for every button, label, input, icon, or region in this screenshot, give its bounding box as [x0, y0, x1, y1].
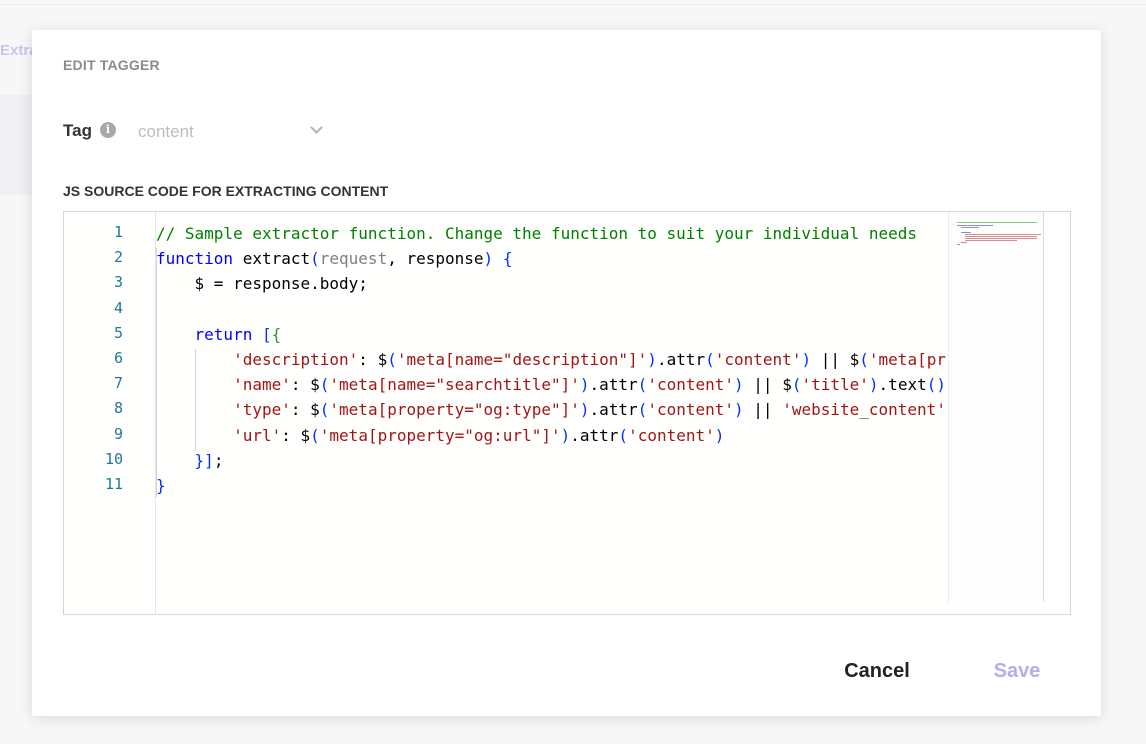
tag-label: Tag	[63, 121, 92, 140]
line-number: 5	[113, 324, 123, 342]
minimap-line	[965, 238, 1037, 239]
minimap-line	[965, 234, 1041, 235]
minimap-line	[957, 244, 960, 245]
code-area[interactable]: // Sample extractor function. Change the…	[156, 212, 946, 614]
minimap-line	[965, 240, 1017, 241]
minimap-line	[965, 236, 1037, 237]
line-number: 10	[104, 450, 123, 468]
code-line: function extract(request, response) {	[156, 249, 513, 268]
minimap-line	[961, 227, 979, 228]
save-button[interactable]: Save	[962, 656, 1072, 686]
code-line: $ = response.body;	[156, 274, 368, 293]
code-line: }];	[194, 451, 224, 470]
line-number: 4	[113, 299, 123, 317]
minimap-line	[957, 222, 1037, 223]
tag-select-value: content	[138, 122, 194, 141]
minimap-line	[961, 242, 967, 243]
line-number: 3	[113, 273, 123, 291]
code-label: JS SOURCE CODE FOR EXTRACTING CONTENT	[63, 183, 389, 199]
line-number: 2	[113, 248, 123, 266]
bg-divider	[0, 4, 1146, 5]
line-number: 7	[113, 374, 123, 392]
vertical-scrollbar[interactable]	[1043, 212, 1044, 602]
code-line: // Sample extractor function. Change the…	[156, 224, 917, 243]
code-line: return [{	[194, 325, 282, 344]
line-number-gutter: 1 2 3 4 5 6 7 8 9 10 11	[64, 212, 154, 614]
info-icon[interactable]: i	[100, 122, 116, 138]
code-line: }	[156, 476, 166, 495]
code-minimap[interactable]	[948, 212, 1045, 602]
tag-select[interactable]: content	[138, 120, 328, 142]
code-editor[interactable]: 1 2 3 4 5 6 7 8 9 10 11 // Sample extrac…	[63, 211, 1071, 615]
cancel-button[interactable]: Cancel	[822, 656, 932, 686]
line-number: 9	[113, 425, 123, 443]
modal-title: EDIT TAGGER	[63, 57, 160, 73]
code-line: 'url': $('meta[property="og:url"]').attr…	[233, 426, 725, 445]
chevron-down-icon	[310, 121, 323, 134]
line-number: 11	[104, 475, 123, 493]
minimap-line	[957, 225, 993, 226]
edit-tagger-modal: EDIT TAGGER Tag i content JS SOURCE CODE…	[32, 30, 1101, 716]
minimap-line	[961, 232, 971, 233]
code-line: 'name': $('meta[name="searchtitle"]').at…	[233, 375, 946, 394]
line-number: 8	[113, 399, 123, 417]
code-line: 'description': $('meta[name="description…	[233, 350, 946, 369]
line-number: 6	[113, 349, 123, 367]
line-number: 1	[113, 223, 123, 241]
code-line: 'type': $('meta[property="og:type"]').at…	[233, 400, 946, 419]
